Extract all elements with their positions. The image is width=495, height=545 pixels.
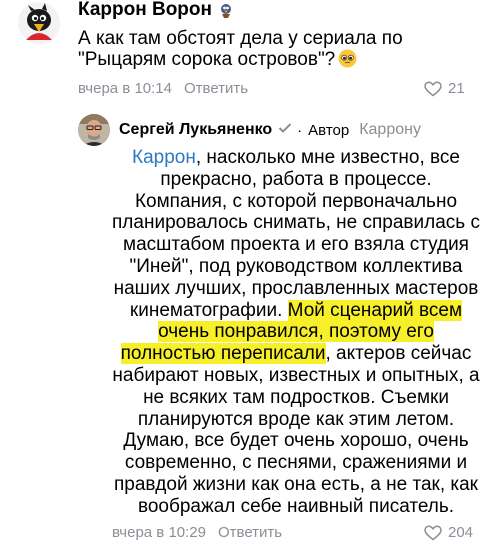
like-button[interactable]: 21 (424, 80, 465, 97)
reply-button[interactable]: Ответить (218, 524, 282, 541)
comment-author[interactable]: Каррон Ворон (78, 0, 235, 21)
comment-meta: вчера в 10:14 Ответить (78, 80, 248, 97)
comment-author-name[interactable]: Каррон Ворон (78, 0, 212, 21)
reply-to-link[interactable]: Каррону (359, 121, 421, 139)
heart-icon (424, 80, 442, 96)
comment-text-fragment: "Рыцарям сорока островов"? (78, 49, 336, 70)
reply-text-fragment: , актеров сейчас набирают новых, известн… (112, 343, 480, 517)
reply-button[interactable]: Ответить (184, 80, 248, 97)
reply-timestamp: вчера в 10:29 (112, 524, 206, 541)
like-count: 21 (448, 80, 465, 97)
comment-text-line: "Рыцарям сорока островов"? (78, 49, 478, 70)
avatar[interactable] (18, 2, 60, 44)
reply-meta: вчера в 10:29 Ответить (112, 524, 282, 541)
author-role-label: Автор (308, 121, 350, 139)
avatar[interactable] (78, 114, 110, 146)
heart-icon (424, 524, 442, 540)
like-count: 204 (448, 524, 474, 541)
verified-check-icon (278, 121, 292, 139)
reply-author-row: Сергей Лукьяненко · Автор Каррону (119, 121, 421, 139)
pleading-face-emoji-icon (338, 49, 357, 68)
comment-text-line: А как там обстоят дела у сериала по (78, 28, 403, 49)
comment-timestamp: вчера в 10:14 (78, 80, 172, 97)
separator-dot: · (297, 121, 303, 139)
mention-link[interactable]: Каррон (132, 147, 196, 168)
like-button[interactable]: 204 (424, 524, 473, 541)
bird-badge-icon (217, 1, 235, 19)
reply-text: Каррон, насколько мне известно, все прек… (112, 147, 480, 518)
comment-text: А как там обстоят дела у сериала по "Рыц… (78, 28, 478, 70)
reply-author-name[interactable]: Сергей Лукьяненко (119, 121, 272, 139)
reply-text-fragment: , насколько мне известно, все прекрасно,… (112, 147, 480, 321)
